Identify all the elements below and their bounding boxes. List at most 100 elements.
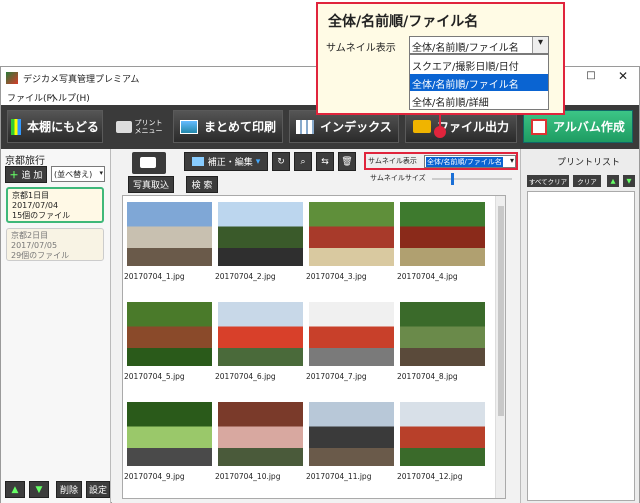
photo-thumbnail[interactable] — [127, 302, 212, 366]
print-list-title: プリントリスト — [557, 158, 621, 168]
search-button[interactable]: 検 索 — [186, 176, 218, 193]
photo-filename: 20170704_1.jpg — [124, 272, 185, 281]
index-grid-icon — [296, 119, 315, 134]
trash-icon[interactable]: 🗑 — [338, 152, 356, 171]
down-arrow-icon: ▼ — [35, 484, 43, 495]
print-menu-button[interactable]: プリント メニュー — [111, 110, 171, 143]
photo-thumbnail[interactable] — [400, 302, 485, 366]
option-full-filename[interactable]: 全体/名前順/ファイル名 — [410, 74, 548, 91]
thumbnail-size-slider[interactable] — [432, 173, 512, 185]
print-list-panel: プリントリスト すべてクリア クリア ▲ ▼ — [520, 149, 639, 503]
thumbnail-display-label: サムネイル表示 — [368, 157, 417, 165]
camera-import-icon[interactable] — [132, 152, 166, 174]
move-down-button[interactable]: ▼ — [29, 481, 49, 498]
photo-thumbnail[interactable] — [127, 202, 212, 266]
callout-label: サムネイル表示 — [326, 43, 396, 54]
swap-icon[interactable]: ⇆ — [316, 152, 334, 171]
photo-area: 写真取込 検 索 補正・編集 ▾ ↻ ⌕ ⇆ 🗑 サムネイル表示 全体/名前順/… — [112, 149, 520, 503]
maximize-icon[interactable]: □ — [581, 70, 601, 81]
window-title: デジカメ写真管理プレミアム — [23, 75, 140, 85]
thumbnail-display-control: サムネイル表示 全体/名前順/ファイル名 ▾ — [364, 152, 518, 170]
import-button[interactable]: 写真取込 — [128, 176, 174, 193]
settings-button[interactable]: 設定 — [86, 481, 110, 498]
back-to-shelf-label: 本棚にもどる — [27, 120, 99, 134]
slider-thumb[interactable] — [451, 173, 454, 185]
index-label: インデックス — [320, 120, 392, 134]
photo-filename: 20170704_7.jpg — [306, 372, 367, 381]
delete-button[interactable]: 削除 — [56, 481, 82, 498]
sort-select-value: (並べ替え) — [54, 170, 93, 179]
thumbnail-size-label: サムネイルサイズ — [370, 174, 426, 182]
option-full-detail[interactable]: 全体/名前順/詳細 — [410, 92, 548, 109]
rotate-icon[interactable]: ↻ — [272, 152, 290, 171]
album-item-2[interactable]: 京都2日目 2017/07/05 29個のファイル — [6, 228, 104, 261]
bookshelf-icon — [11, 118, 22, 135]
close-icon[interactable]: ✕ — [613, 69, 633, 83]
photo-thumbnail[interactable] — [309, 202, 394, 266]
photo-filename: 20170704_9.jpg — [124, 472, 185, 481]
album-panel: 京都旅行 ＋ 追 加 (並べ替え) ▾ 京都1日目 2017/07/04 15個… — [1, 149, 111, 503]
photo-thumbnail[interactable] — [400, 202, 485, 266]
down-arrow-icon[interactable]: ▼ — [623, 175, 635, 187]
grid-scrollbar[interactable] — [495, 196, 505, 498]
photo-filename: 20170704_5.jpg — [124, 372, 185, 381]
menu-help[interactable]: ヘルプ(H) — [49, 91, 90, 104]
add-album-button[interactable]: ＋ 追 加 — [5, 166, 47, 183]
album-name: 京都2日目 — [11, 231, 49, 240]
photo-stack-icon — [179, 119, 198, 134]
zoom-callout: 全体/名前順/ファイル名 サムネイル表示 全体/名前順/ファイル名 ▾ スクエア… — [316, 2, 565, 115]
edit-label: 補正・編集 — [207, 158, 253, 168]
photo-thumbnail[interactable] — [218, 402, 303, 466]
photo-thumbnail[interactable] — [127, 402, 212, 466]
photo-filename: 20170704_10.jpg — [215, 472, 281, 481]
photo-filename: 20170704_6.jpg — [215, 372, 276, 381]
photo-thumbnail[interactable] — [218, 202, 303, 266]
batch-print-button[interactable]: まとめて印刷 — [173, 110, 283, 143]
thumbnail-display-select[interactable]: 全体/名前順/ファイル名 ▾ — [424, 155, 516, 168]
callout-select[interactable]: 全体/名前順/ファイル名 ▾ — [409, 36, 549, 54]
album-group-title: 京都旅行 — [5, 156, 45, 167]
sort-select[interactable]: (並べ替え) ▾ — [51, 166, 105, 182]
move-up-button[interactable]: ▲ — [5, 481, 25, 498]
photo-filename: 20170704_4.jpg — [397, 272, 458, 281]
chevron-down-icon: ▾ — [532, 37, 548, 53]
batch-print-label: まとめて印刷 — [203, 120, 276, 134]
photo-thumbnail[interactable] — [309, 302, 394, 366]
zoom-icon[interactable]: ⌕ — [294, 152, 312, 171]
photo-thumbnail[interactable] — [400, 402, 485, 466]
clear-button[interactable]: クリア — [573, 175, 601, 187]
album-date: 2017/07/05 — [11, 241, 58, 250]
photo-thumbnail[interactable] — [309, 402, 394, 466]
chevron-down-icon: ▾ — [509, 156, 514, 165]
up-arrow-icon[interactable]: ▲ — [607, 175, 619, 187]
printer-icon — [115, 120, 132, 133]
option-square-date[interactable]: スクエア/撮影日順/日付 — [410, 56, 548, 73]
edit-icon — [191, 157, 204, 166]
back-to-shelf-button[interactable]: 本棚にもどる — [7, 110, 103, 143]
photo-thumbnail[interactable] — [218, 302, 303, 366]
chevron-down-icon: ▾ — [255, 156, 261, 167]
plus-icon: ＋ — [9, 171, 19, 181]
callout-select-value: 全体/名前順/ファイル名 — [412, 43, 519, 54]
callout-dot — [434, 126, 446, 138]
print-menu-label: プリント メニュー — [134, 118, 163, 135]
photo-filename: 20170704_3.jpg — [306, 272, 367, 281]
photo-filename: 20170704_8.jpg — [397, 372, 458, 381]
up-arrow-icon: ▲ — [11, 484, 19, 495]
menu-file[interactable]: ファイル(F) — [7, 91, 55, 104]
photo-filename: 20170704_2.jpg — [215, 272, 276, 281]
album-name: 京都1日目 — [12, 191, 50, 200]
print-list-box[interactable] — [527, 191, 635, 501]
folder-icon — [412, 120, 431, 133]
chevron-down-icon: ▾ — [99, 169, 103, 177]
file-output-label: ファイル出力 — [436, 120, 509, 134]
app-icon — [6, 72, 18, 84]
album-count: 15個のファイル — [12, 211, 71, 220]
album-date: 2017/07/04 — [12, 201, 59, 210]
callout-option-list: スクエア/撮影日順/日付 全体/名前順/ファイル名 全体/名前順/詳細 — [409, 54, 549, 110]
photo-filename: 20170704_12.jpg — [397, 472, 463, 481]
album-item-1[interactable]: 京都1日目 2017/07/04 15個のファイル — [6, 187, 104, 223]
album-create-label: アルバム作成 — [553, 120, 625, 134]
clear-all-button[interactable]: すべてクリア — [527, 175, 569, 187]
edit-button[interactable]: 補正・編集 ▾ — [184, 152, 268, 171]
